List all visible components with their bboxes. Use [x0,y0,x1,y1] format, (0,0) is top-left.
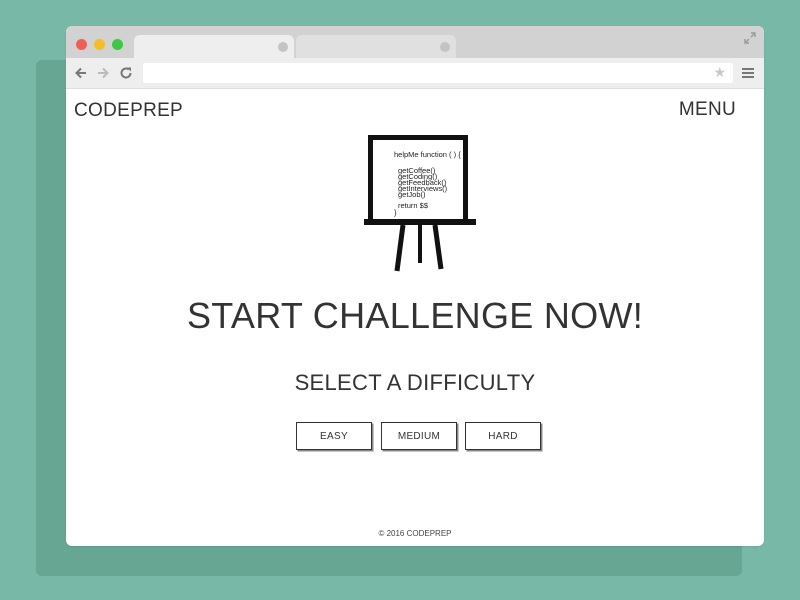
easy-button[interactable]: EASY [296,422,372,450]
browser-tab-inactive[interactable] [296,35,456,58]
minimize-window-button[interactable] [94,39,105,50]
difficulty-heading: SELECT A DIFFICULTY [294,370,536,395]
page-title: START CHALLENGE NOW! [186,295,644,336]
maximize-window-button[interactable] [112,39,123,50]
tab-close-icon[interactable] [278,42,288,52]
menu-button[interactable]: MENU [679,99,736,121]
page-content: CODEPREP MENU helpMe function ( ) { getC… [66,89,764,546]
arrow-right-icon[interactable] [96,66,110,80]
star-icon[interactable]: ★ [713,64,726,82]
hard-button[interactable]: HARD [465,422,541,450]
address-bar[interactable]: ★ [143,63,733,83]
expand-icon[interactable] [744,32,756,44]
hamburger-menu-icon[interactable] [742,67,754,79]
easel-whiteboard-icon: helpMe function ( ) { getCoffee() getCod… [364,135,476,272]
close-window-button[interactable] [76,39,87,50]
tab-close-icon[interactable] [440,42,450,52]
browser-titlebar [66,26,764,58]
reload-icon[interactable] [119,66,133,80]
code-line: getJob() [398,190,426,199]
arrow-left-icon[interactable] [74,66,88,80]
site-logo[interactable]: CODEPREP [74,100,183,122]
code-line: return $$ [398,201,429,210]
browser-tab-active[interactable] [134,35,294,58]
medium-button[interactable]: MEDIUM [381,422,457,450]
browser-window: ★ CODEPREP MENU helpMe function ( ) { ge… [66,26,764,546]
code-line: helpMe function ( ) { [394,150,461,159]
copyright-footer: © 2016 CODEPREP [378,529,452,538]
browser-toolbar: ★ [66,58,764,89]
